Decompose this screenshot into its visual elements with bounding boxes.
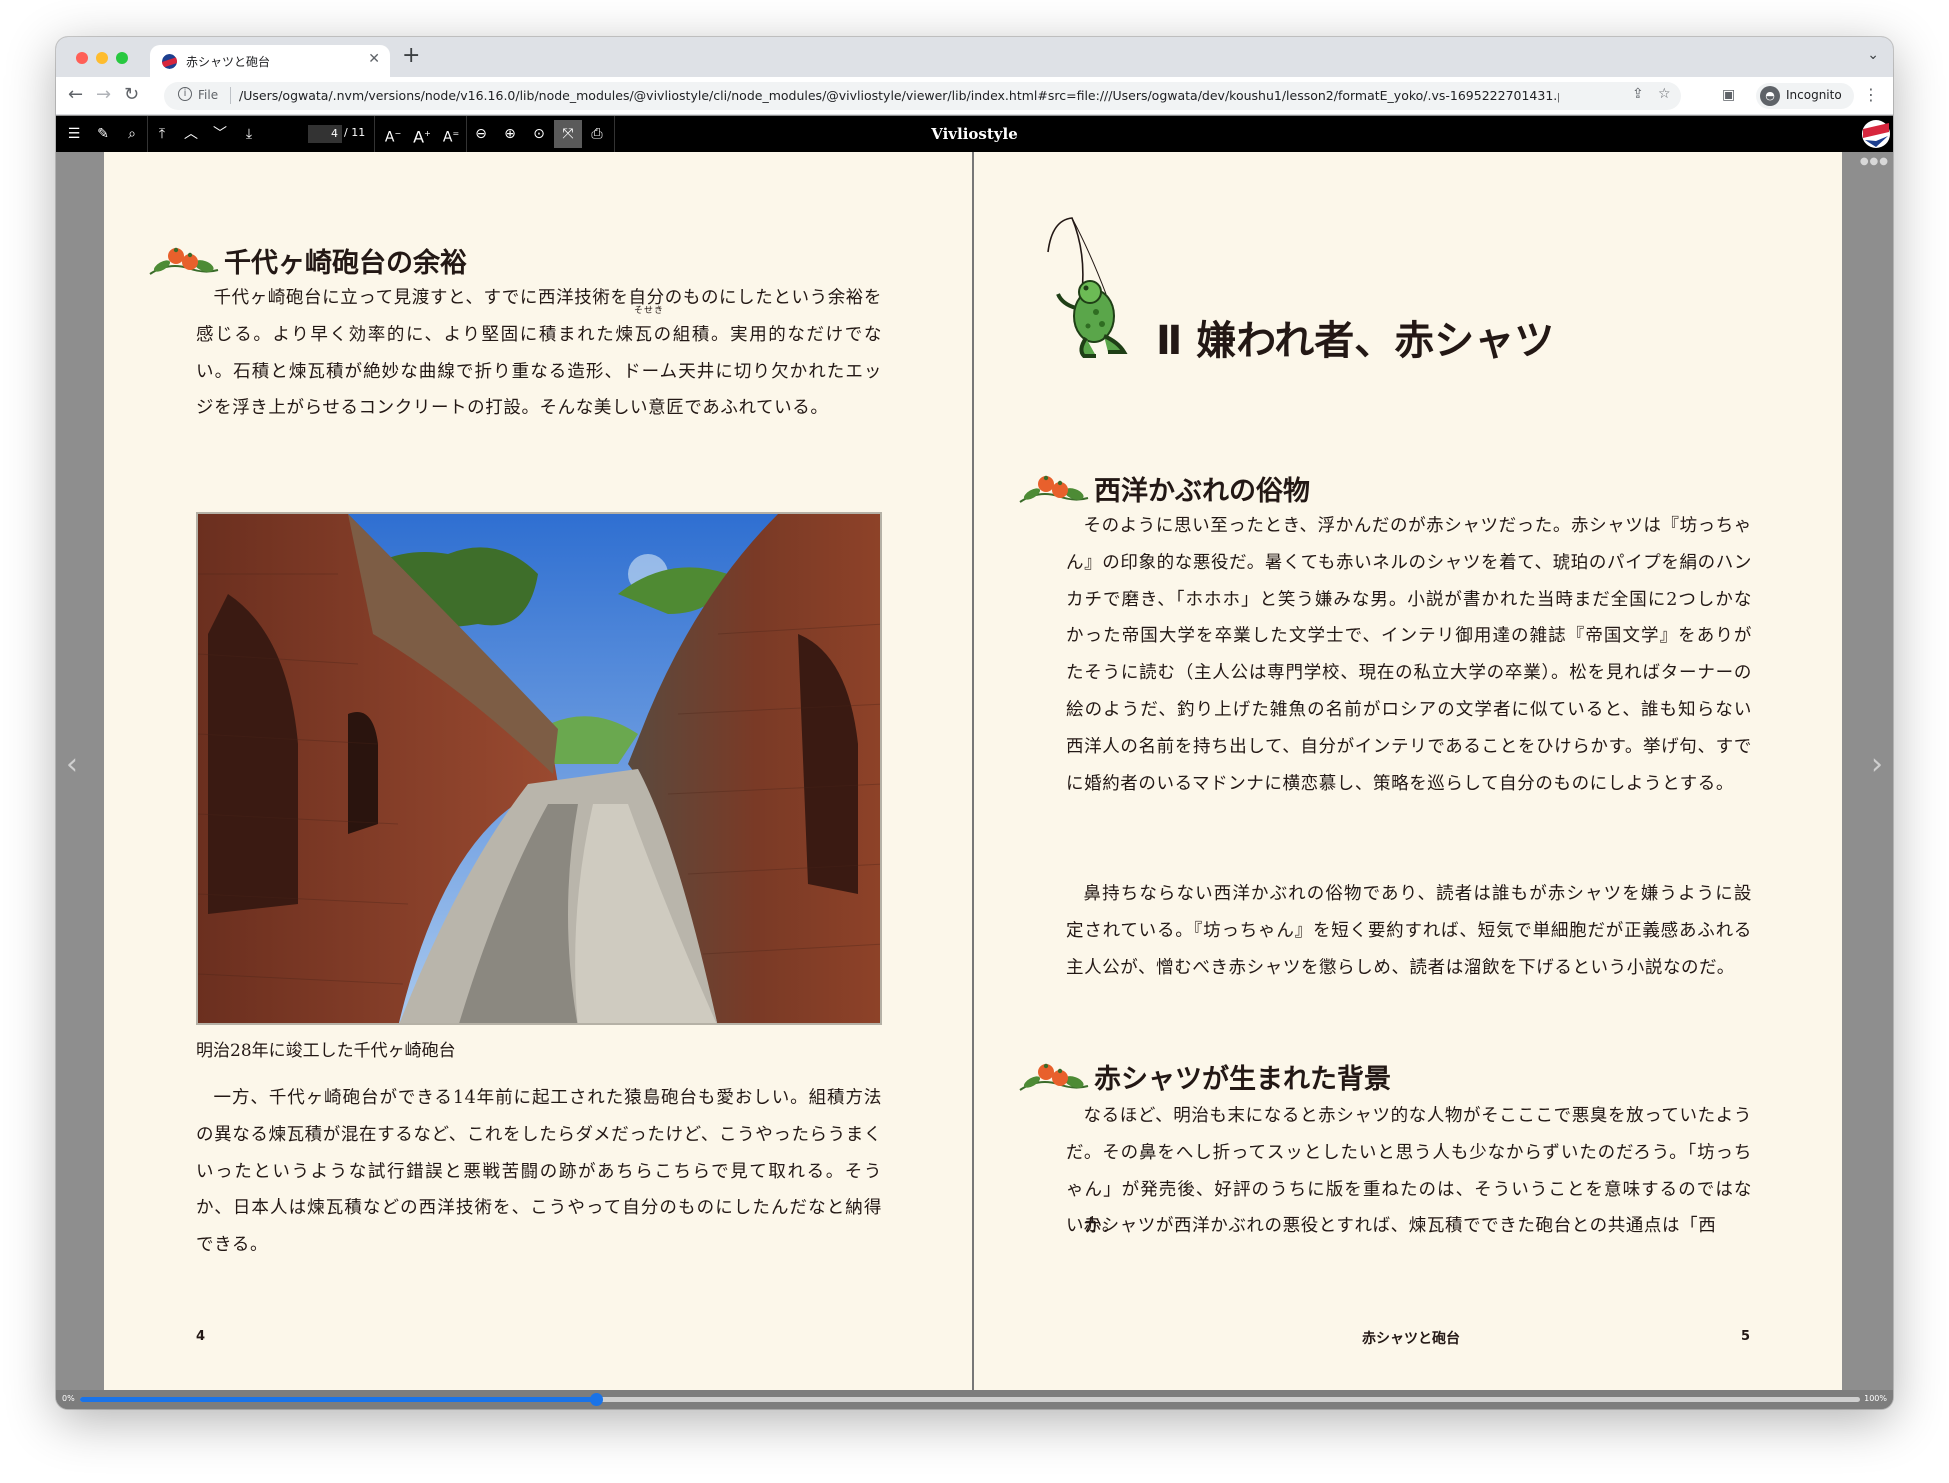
body-paragraph: 鼻持ちならない西洋かぶれの俗物であり、読者は誰もが赤シャツを嫌うように設定されて… [1066,884,1752,978]
tab-title: 赤シャツと砲台 [186,55,271,69]
chrome-menu-icon[interactable]: ⋮ [1863,85,1879,104]
site-info-icon[interactable]: i [178,87,192,101]
progress-fill [80,1397,597,1402]
viewer-toolbar: ☰ ✎ ⌕ ⤒ ︿ ﹀ ⤓ 4 / 11 A− A+ A= ⊖ ⊕ ⊙ ⤧ ⎙ … [56,116,1893,152]
address-separator [230,87,231,104]
file-scheme-label: File [198,88,219,102]
section-heading-3: 赤シャツが生まれた背景 [1018,1056,1391,1096]
running-head: 赤シャツと砲台 [1362,1331,1460,1347]
body-paragraph: そのように思い至ったとき、浮かんだのが赤シャツだった。赤シャツは『坊っちゃん』の… [1066,516,1752,794]
page-number: 5 [1740,1329,1750,1344]
viewer-title: Vivliostyle [931,125,1018,143]
section-heading-2: 西洋かぶれの俗物 [1018,468,1310,508]
body-paragraph: 一方、千代ヶ崎砲台ができる14年前に起工された猿島砲台も愛おしい。組積方法の異な… [196,1088,882,1256]
navigation-bar: ← → ↻ i File /Users/ogwata/.nvm/versions… [56,77,1893,115]
section-title: 西洋かぶれの俗物 [1094,475,1310,507]
side-panel-icon[interactable]: ▣ [1722,83,1735,107]
forward-arrow-icon[interactable]: → [96,83,111,107]
close-window-button[interactable] [76,52,88,64]
incognito-profile-button[interactable]: ◓ Incognito [1756,83,1854,109]
body-paragraph: 千代ヶ崎砲台に立って見渡すと、すでに西洋技術を自分のものにしたという余裕を感じる… [196,288,883,419]
section-heading-1: 千代ヶ崎砲台の余裕 [148,240,467,280]
share-icon[interactable]: ⇪ [1632,86,1644,102]
minimize-window-button[interactable] [96,52,108,64]
url-text[interactable]: /Users/ogwata/.nvm/versions/node/v16.16.… [239,88,1559,103]
viewer-area: ●●● ‹ › 千代ヶ崎砲台の余裕 千代ヶ崎砲台に立って見渡すと、すでに西洋技術… [56,152,1893,1409]
body-paragraph: 赤シャツが西洋かぶれの悪役とすれば、煉瓦積でできた砲台との共通点は「西 [1083,1216,1717,1236]
vivliostyle-logo-icon [1861,119,1891,149]
ruby-annotation: そせき [634,306,665,316]
frog-illustration-icon [1047,217,1128,358]
back-arrow-icon[interactable]: ← [68,83,83,107]
profile-label: Incognito [1786,88,1842,102]
persimmon-ornament-icon [1019,1063,1089,1091]
progress-slider[interactable] [80,1393,1860,1406]
more-options-icon[interactable]: ●●● [1860,156,1889,167]
tab-search-chevron-icon[interactable]: ⌄ [1867,47,1879,63]
new-tab-button[interactable]: + [402,45,420,67]
brick-fort-corridor-image [198,514,880,1023]
maximize-window-button[interactable] [116,52,128,64]
next-spread-arrow-icon[interactable]: › [1871,747,1883,782]
address-bar[interactable]: i File /Users/ogwata/.nvm/versions/node/… [164,82,1681,110]
bookmark-star-icon[interactable]: ☆ [1658,86,1671,102]
progress-thumb[interactable] [590,1393,604,1406]
persimmon-ornament-icon [1019,475,1089,503]
reading-progress-bar: 0% 100% [56,1390,1893,1409]
progress-min-label: 0% [62,1394,75,1403]
page-number: 4 [196,1329,206,1344]
tab-strip: 赤シャツと砲台 ✕ + ⌄ [56,37,1893,77]
browser-tab[interactable]: 赤シャツと砲台 ✕ [150,45,390,77]
persimmon-ornament-icon [149,247,219,275]
section-title: 千代ヶ崎砲台の余裕 [224,247,467,279]
vivliostyle-favicon-icon [162,54,177,69]
reload-icon[interactable]: ↻ [124,83,139,107]
section-title: 赤シャツが生まれた背景 [1094,1063,1391,1095]
incognito-icon: ◓ [1760,86,1780,106]
left-page: 千代ヶ崎砲台の余裕 千代ヶ崎砲台に立って見渡すと、すでに西洋技術を自分のものにし… [104,152,972,1390]
browser-window: 赤シャツと砲台 ✕ + ⌄ ← → ↻ i File /Users/ogwata… [56,37,1893,1409]
previous-spread-arrow-icon[interactable]: ‹ [66,747,78,782]
photo-caption: 明治28年に竣工した千代ヶ崎砲台 [196,1041,456,1061]
tab-close-icon[interactable]: ✕ [368,51,380,67]
fort-photo [196,512,882,1025]
progress-max-label: 100% [1864,1394,1887,1403]
chapter-title: Ⅱ 嫌われ者、赤シャツ [1156,318,1555,364]
right-page: Ⅱ 嫌われ者、赤シャツ 西洋かぶれの俗物 そのように思い至ったとき、浮かんだのが… [974,152,1842,1390]
